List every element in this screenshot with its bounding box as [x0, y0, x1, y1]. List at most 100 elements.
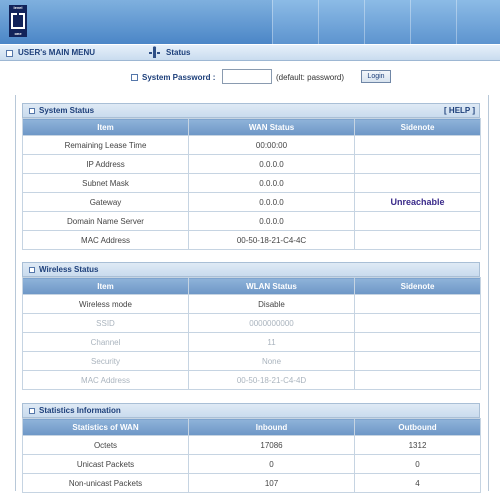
sidenote-cell	[354, 351, 481, 371]
statistics-section: Statistics Information Statistics of WAN…	[22, 403, 481, 493]
table-row: IP Address 0.0.0.0	[22, 154, 481, 174]
sidenote-cell	[354, 313, 481, 333]
section-bullet-icon	[29, 267, 35, 273]
password-label: System Password :	[142, 73, 216, 82]
item-cell: Security	[22, 351, 189, 371]
banner-tile	[456, 0, 500, 44]
item-cell: Domain Name Server	[22, 211, 189, 231]
table-row: Domain Name Server 0.0.0.0	[22, 211, 481, 231]
outbound-cell: 4	[354, 473, 481, 493]
value-cell: Disable	[188, 294, 355, 314]
item-cell: Subnet Mask	[22, 173, 189, 193]
menu-bar: USER's MAIN MENU Status	[0, 45, 500, 61]
level-one-logo: level one	[9, 5, 27, 37]
table-row: Unicast Packets 0 0	[22, 454, 481, 474]
inbound-cell: 107	[188, 473, 355, 493]
status-icon	[149, 46, 160, 58]
inbound-cell: 0	[188, 454, 355, 474]
sidenote-cell	[354, 230, 481, 250]
system-password-input[interactable]	[222, 69, 272, 84]
value-cell: 0.0.0.0	[188, 154, 355, 174]
table-row: Channel 11	[22, 332, 481, 352]
value-cell: 00-50-18-21-C4-4D	[188, 370, 355, 390]
wireless-status-table: Item WLAN Status Sidenote Wireless mode …	[22, 277, 481, 390]
statistics-table: Statistics of WAN Inbound Outbound Octet…	[22, 418, 481, 493]
item-cell: SSID	[22, 313, 189, 333]
menu-bullet-icon	[6, 50, 13, 57]
item-cell: Channel	[22, 332, 189, 352]
banner-tile	[410, 0, 457, 44]
table-row: SSID 0000000000	[22, 313, 481, 333]
system-status-section: System Status [ HELP ] Item WAN Status S…	[22, 103, 481, 250]
item-cell: Unicast Packets	[22, 454, 189, 474]
wireless-status-title: Wireless Status	[39, 265, 99, 274]
table-row: Gateway 0.0.0.0 Unreachable	[22, 192, 481, 212]
item-cell: IP Address	[22, 154, 189, 174]
table-row: MAC Address 00-50-18-21-C4-4C	[22, 230, 481, 250]
system-status-header: System Status [ HELP ]	[22, 103, 480, 118]
column-header: Statistics of WAN	[22, 418, 189, 436]
wireless-status-section: Wireless Status Item WLAN Status Sidenot…	[22, 262, 481, 390]
table-row: Non-unicast Packets 107 4	[22, 473, 481, 493]
logo-text-top: level	[13, 5, 23, 10]
value-cell: 0.0.0.0	[188, 211, 355, 231]
top-banner: level one	[0, 0, 500, 44]
main-menu-link[interactable]: USER's MAIN MENU	[18, 48, 95, 57]
sidenote-cell	[354, 370, 481, 390]
item-cell: MAC Address	[22, 370, 189, 390]
value-cell: 0.0.0.0	[188, 192, 355, 212]
value-cell: 00-50-18-21-C4-4C	[188, 230, 355, 250]
value-cell: 0000000000	[188, 313, 355, 333]
value-cell: None	[188, 351, 355, 371]
value-cell: 00:00:00	[188, 135, 355, 155]
column-header: WLAN Status	[188, 277, 355, 295]
sidenote-cell	[354, 332, 481, 352]
column-header: WAN Status	[188, 118, 355, 136]
item-cell: Remaining Lease Time	[22, 135, 189, 155]
sidenote-cell	[354, 135, 481, 155]
logo-text-bottom: one	[14, 31, 22, 36]
table-row: Remaining Lease Time 00:00:00	[22, 135, 481, 155]
column-header: Item	[22, 118, 189, 136]
column-header: Sidenote	[354, 118, 481, 136]
login-button[interactable]: Login	[361, 70, 391, 83]
statistics-title: Statistics Information	[39, 406, 121, 415]
sidenote-cell	[354, 294, 481, 314]
section-bullet-icon	[29, 408, 35, 414]
item-cell: Gateway	[22, 192, 189, 212]
outbound-cell: 1312	[354, 435, 481, 455]
system-status-title: System Status	[39, 106, 95, 115]
item-cell: Non-unicast Packets	[22, 473, 189, 493]
table-row: Octets 17086 1312	[22, 435, 481, 455]
table-row: Subnet Mask 0.0.0.0	[22, 173, 481, 193]
password-bullet-icon	[131, 74, 138, 81]
value-cell: 11	[188, 332, 355, 352]
item-cell: Wireless mode	[22, 294, 189, 314]
column-header: Item	[22, 277, 189, 295]
banner-tile	[272, 0, 319, 44]
status-page-label: Status	[166, 48, 191, 57]
wireless-status-header: Wireless Status	[22, 262, 480, 277]
sidenote-cell	[354, 173, 481, 193]
section-bullet-icon	[29, 108, 35, 114]
inbound-cell: 17086	[188, 435, 355, 455]
system-status-table: Item WAN Status Sidenote Remaining Lease…	[22, 118, 481, 250]
item-cell: MAC Address	[22, 230, 189, 250]
table-row: Wireless mode Disable	[22, 294, 481, 314]
password-bar: System Password : (default: password) Lo…	[0, 68, 500, 86]
banner-tile	[364, 0, 411, 44]
sidenote-cell	[354, 211, 481, 231]
column-header: Outbound	[354, 418, 481, 436]
sidenote-cell	[354, 154, 481, 174]
outbound-cell: 0	[354, 454, 481, 474]
banner-tile	[318, 0, 365, 44]
column-header: Inbound	[188, 418, 355, 436]
help-link[interactable]: [ HELP ]	[444, 106, 475, 115]
password-hint: (default: password)	[276, 73, 345, 82]
statistics-header: Statistics Information	[22, 403, 480, 418]
table-row: Security None	[22, 351, 481, 371]
table-row: MAC Address 00-50-18-21-C4-4D	[22, 370, 481, 390]
item-cell: Octets	[22, 435, 189, 455]
column-header: Sidenote	[354, 277, 481, 295]
value-cell: 0.0.0.0	[188, 173, 355, 193]
